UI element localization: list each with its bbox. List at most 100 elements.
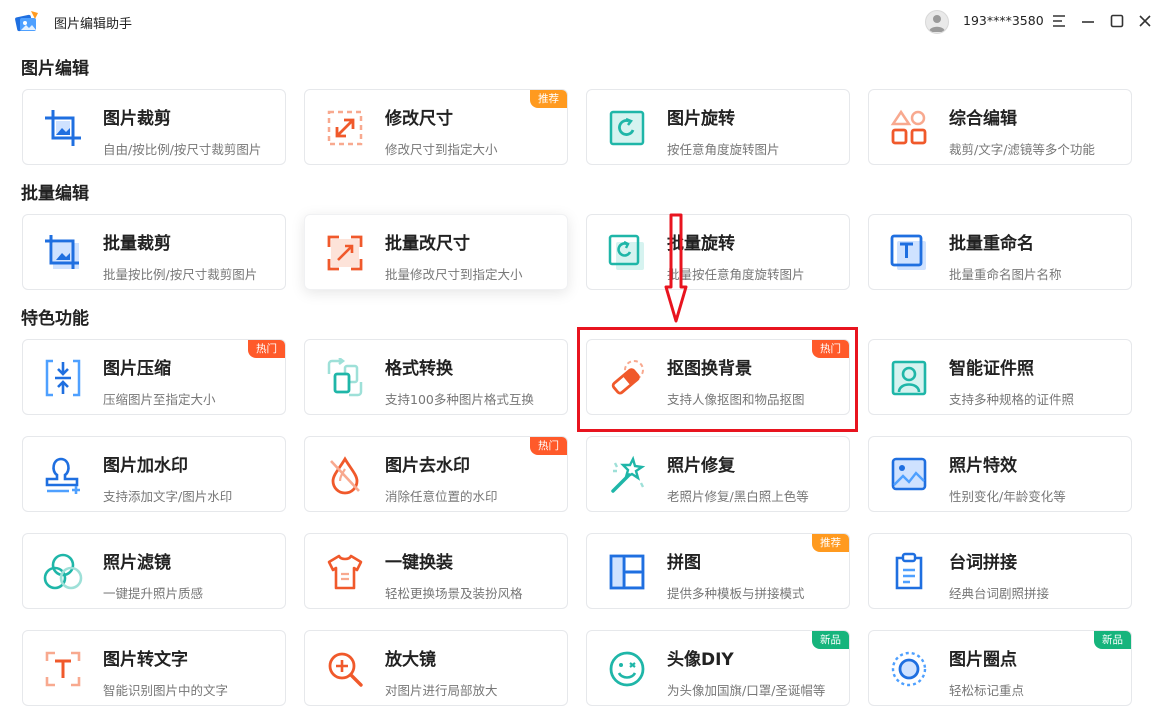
card-desc: 提供多种模板与拼接模式 (667, 586, 805, 601)
card-desc: 支持人像抠图和物品抠图 (667, 392, 805, 407)
smiley-icon (607, 649, 647, 689)
batch-crop-icon (43, 233, 83, 273)
card-compress[interactable]: 图片压缩 压缩图片至指定大小 热门 (22, 339, 286, 415)
card-title: 头像DIY (667, 650, 734, 670)
card-batch-rotate[interactable]: 批量旋转 批量按任意角度旋转图片 (586, 214, 850, 290)
rename-icon (889, 233, 929, 273)
card-desc: 性别变化/年龄变化等 (949, 489, 1066, 504)
card-line-stitching[interactable]: 台词拼接 经典台词剧照拼接 (868, 533, 1132, 609)
card-title: 图片加水印 (103, 456, 188, 476)
menu-icon[interactable] (1048, 10, 1070, 32)
card-desc: 压缩图片至指定大小 (103, 392, 216, 407)
close-icon[interactable] (1134, 10, 1156, 32)
new-badge: 新品 (1094, 631, 1131, 649)
card-remove-watermark[interactable]: 图片去水印 消除任意位置的水印 热门 (304, 436, 568, 512)
card-desc: 修改尺寸到指定大小 (385, 142, 498, 157)
section-title-features: 特色功能 (21, 309, 89, 329)
card-id-photo[interactable]: 智能证件照 支持多种规格的证件照 (868, 339, 1132, 415)
card-title: 批量重命名 (949, 234, 1034, 254)
eraser-icon (607, 358, 647, 398)
card-title: 抠图换背景 (667, 359, 752, 379)
card-photo-effect[interactable]: 照片特效 性别变化/年龄变化等 (868, 436, 1132, 512)
magnifier-icon (325, 649, 365, 689)
hot-badge: 热门 (530, 437, 567, 455)
card-desc: 批量按任意角度旋转图片 (667, 267, 805, 282)
card-collage[interactable]: 拼图 提供多种模板与拼接模式 推荐 (586, 533, 850, 609)
clipboard-icon (889, 552, 929, 592)
card-title: 批量裁剪 (103, 234, 171, 254)
card-desc: 批量修改尺寸到指定大小 (385, 267, 523, 282)
avatar[interactable] (925, 10, 949, 34)
title-bar: 图片编辑助手 193****3580 (0, 0, 1170, 42)
card-image-crop[interactable]: 图片裁剪 自由/按比例/按尺寸裁剪图片 (22, 89, 286, 165)
card-add-watermark[interactable]: 图片加水印 支持添加文字/图片水印 (22, 436, 286, 512)
card-magnifier[interactable]: 放大镜 对图片进行局部放大 (304, 630, 568, 706)
card-photo-repair[interactable]: 照片修复 老照片修复/黑白照上色等 (586, 436, 850, 512)
card-photo-filter[interactable]: 照片滤镜 一键提升照片质感 (22, 533, 286, 609)
card-desc: 轻松更换场景及装扮风格 (385, 586, 523, 601)
card-desc: 消除任意位置的水印 (385, 489, 498, 504)
batch-rotate-icon (607, 233, 647, 273)
card-title: 图片去水印 (385, 456, 470, 476)
card-batch-resize[interactable]: 批量改尺寸 批量修改尺寸到指定大小 (304, 214, 568, 290)
card-title: 图片圈点 (949, 650, 1017, 670)
remove-watermark-icon (325, 455, 365, 495)
app-logo (14, 9, 40, 35)
recommend-badge: 推荐 (530, 90, 567, 108)
card-desc: 老照片修复/黑白照上色等 (667, 489, 809, 504)
maximize-icon[interactable] (1106, 10, 1128, 32)
rotate-icon (607, 108, 647, 148)
hot-badge: 热门 (812, 340, 849, 358)
card-desc: 按任意角度旋转图片 (667, 142, 780, 157)
card-desc: 对图片进行局部放大 (385, 683, 498, 698)
card-rotate[interactable]: 图片旋转 按任意角度旋转图片 (586, 89, 850, 165)
card-desc: 支持多种规格的证件照 (949, 392, 1075, 407)
card-title: 放大镜 (385, 650, 436, 670)
card-desc: 批量按比例/按尺寸裁剪图片 (103, 267, 258, 282)
card-title: 拼图 (667, 553, 701, 573)
card-image-to-text[interactable]: 图片转文字 智能识别图片中的文字 (22, 630, 286, 706)
card-title: 照片滤镜 (103, 553, 171, 573)
card-cutout-background[interactable]: 抠图换背景 支持人像抠图和物品抠图 热门 (586, 339, 850, 415)
filter-icon (43, 552, 83, 592)
card-resize[interactable]: 修改尺寸 修改尺寸到指定大小 推荐 (304, 89, 568, 165)
card-change-outfit[interactable]: 一键换装 轻松更换场景及装扮风格 (304, 533, 568, 609)
card-title: 台词拼接 (949, 553, 1017, 573)
magic-wand-icon (607, 455, 647, 495)
batch-resize-icon (325, 233, 365, 273)
card-title: 图片压缩 (103, 359, 171, 379)
card-title: 批量旋转 (667, 234, 735, 254)
hot-badge: 热门 (248, 340, 285, 358)
app-title: 图片编辑助手 (54, 17, 133, 32)
card-comprehensive-edit[interactable]: 综合编辑 裁剪/文字/滤镜等多个功能 (868, 89, 1132, 165)
card-desc: 批量重命名图片名称 (949, 267, 1062, 282)
card-title: 修改尺寸 (385, 109, 453, 129)
card-desc: 支持100多种图片格式互换 (385, 392, 534, 407)
section-title-image-edit: 图片编辑 (21, 59, 89, 79)
recommend-badge: 推荐 (812, 534, 849, 552)
resize-icon (325, 108, 365, 148)
card-title: 图片旋转 (667, 109, 735, 129)
card-format-convert[interactable]: 格式转换 支持100多种图片格式互换 (304, 339, 568, 415)
user-id[interactable]: 193****3580 (963, 13, 1044, 28)
minimize-icon[interactable] (1077, 10, 1099, 32)
card-desc: 为头像加国旗/口罩/圣诞帽等 (667, 683, 826, 698)
card-desc: 智能识别图片中的文字 (103, 683, 229, 698)
id-photo-icon (889, 358, 929, 398)
card-title: 格式转换 (385, 359, 453, 379)
card-desc: 裁剪/文字/滤镜等多个功能 (949, 142, 1095, 157)
card-desc: 轻松标记重点 (949, 683, 1025, 698)
card-desc: 一键提升照片质感 (103, 586, 204, 601)
card-avatar-diy[interactable]: 头像DIY 为头像加国旗/口罩/圣诞帽等 新品 (586, 630, 850, 706)
collage-icon (607, 552, 647, 592)
add-watermark-icon (43, 455, 83, 495)
card-title: 综合编辑 (949, 109, 1017, 129)
card-title: 图片转文字 (103, 650, 188, 670)
card-title: 智能证件照 (949, 359, 1034, 379)
card-batch-crop[interactable]: 批量裁剪 批量按比例/按尺寸裁剪图片 (22, 214, 286, 290)
ocr-icon (43, 649, 83, 689)
card-image-mark[interactable]: 图片圈点 轻松标记重点 新品 (868, 630, 1132, 706)
card-batch-rename[interactable]: 批量重命名 批量重命名图片名称 (868, 214, 1132, 290)
crop-icon (43, 108, 83, 148)
convert-icon (325, 357, 365, 398)
